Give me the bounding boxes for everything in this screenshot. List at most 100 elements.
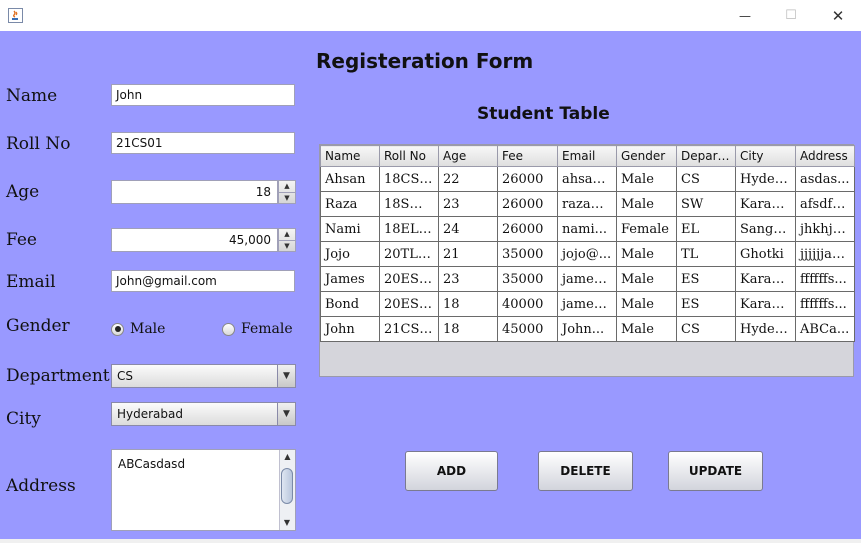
table-cell[interactable]: TL [676,241,736,267]
scroll-down-icon[interactable]: ▼ [280,516,294,530]
gender-male-radio[interactable]: Male [111,321,165,337]
table-cell[interactable]: 35000 [497,241,558,267]
table-cell[interactable]: Male [616,166,677,192]
column-header[interactable]: Address [795,145,855,167]
minimize-button[interactable]: — [722,0,768,31]
table-cell[interactable]: 35000 [497,266,558,292]
table-cell[interactable]: nami... [557,216,617,242]
table-cell[interactable]: jojo@... [557,241,617,267]
table-row[interactable]: Bond 20ES09 18 40000 james... Male ES Karachi ff… [320,291,855,317]
table-cell[interactable]: 40000 [497,291,558,317]
table-cell[interactable]: 24 [438,216,498,242]
table-cell[interactable]: 18 [438,316,498,342]
city-dropdown[interactable]: Hyderabad ▼ [111,402,296,426]
gender-female-radio[interactable]: Female [222,321,293,337]
table-cell[interactable]: ffffffs... [795,266,855,292]
chevron-down-icon[interactable]: ▼ [277,365,295,387]
student-table[interactable]: Name Roll No Age Fee Email Gender Depart… [319,144,855,377]
table-cell[interactable]: Male [616,266,677,292]
table-cell[interactable]: 18CS90 [379,166,439,192]
table-cell[interactable]: 20ES09 [379,291,439,317]
table-cell[interactable]: 18SW91 [379,191,439,217]
table-cell[interactable]: Female [616,216,677,242]
scrollbar-thumb[interactable] [281,468,293,504]
table-cell[interactable]: 26000 [497,216,558,242]
table-cell[interactable]: Raza [320,191,380,217]
address-textarea[interactable]: ABCasdasd ▲ ▼ [111,449,296,531]
table-cell[interactable]: John [320,316,380,342]
maximize-button[interactable]: ☐ [768,0,814,31]
name-field[interactable]: John [111,84,295,106]
table-cell[interactable]: 26000 [497,191,558,217]
table-cell[interactable]: Karachi [735,266,796,292]
table-cell[interactable]: Male [616,291,677,317]
table-cell[interactable]: Hyder... [735,166,796,192]
column-header[interactable]: Email [557,145,617,167]
update-button[interactable]: UPDATE [668,451,763,491]
table-cell[interactable]: ES [676,291,736,317]
table-cell[interactable]: james... [557,266,617,292]
spinner-up-icon[interactable]: ▲ [279,181,295,192]
table-cell[interactable]: james... [557,291,617,317]
scroll-up-icon[interactable]: ▲ [280,450,295,464]
table-cell[interactable]: ES [676,266,736,292]
add-button[interactable]: ADD [405,451,498,491]
table-cell[interactable]: CS [676,166,736,192]
column-header[interactable]: Roll No [379,145,439,167]
table-cell[interactable]: Sanghar [735,216,796,242]
table-cell[interactable]: ahsan... [557,166,617,192]
roll-no-field[interactable]: 21CS01 [111,132,295,154]
table-cell[interactable]: 20ES01 [379,266,439,292]
table-cell[interactable]: Karachi [735,191,796,217]
age-spinner[interactable]: 18 ▲ ▼ [111,180,296,204]
table-cell[interactable]: 21CS01 [379,316,439,342]
table-cell[interactable]: CS [676,316,736,342]
department-dropdown[interactable]: CS ▼ [111,364,296,388]
table-cell[interactable]: Male [616,316,677,342]
table-row[interactable]: Nami 18EL92 24 26000 nami... Female EL Sanghar j… [320,216,855,242]
table-cell[interactable]: 18 [438,291,498,317]
table-cell[interactable]: 18EL92 [379,216,439,242]
fee-value[interactable]: 45,000 [111,228,278,252]
close-button[interactable]: ✕ [815,0,861,31]
table-row[interactable]: Ahsan 18CS90 22 26000 ahsan... Male CS Hyder...… [320,166,855,192]
table-cell[interactable]: ABCa... [795,316,855,342]
column-header[interactable]: Gender [616,145,677,167]
spinner-down-icon[interactable]: ▼ [279,240,295,252]
table-cell[interactable]: Bond [320,291,380,317]
delete-button[interactable]: DELETE [538,451,633,491]
table-cell[interactable]: James [320,266,380,292]
column-header[interactable]: Name [320,145,380,167]
table-cell[interactable]: 45000 [497,316,558,342]
column-header[interactable]: Age [438,145,498,167]
table-cell[interactable]: Ghotki [735,241,796,267]
table-cell[interactable]: Karachi [735,291,796,317]
fee-spinner[interactable]: 45,000 ▲ ▼ [111,228,296,252]
column-header[interactable]: Depart... [676,145,736,167]
column-header[interactable]: Fee [497,145,558,167]
table-cell[interactable]: 20TL01 [379,241,439,267]
table-cell[interactable]: 23 [438,266,498,292]
table-cell[interactable]: 23 [438,191,498,217]
table-row[interactable]: Raza 18SW91 23 26000 raza@... Male SW Karachi af… [320,191,855,217]
table-cell[interactable]: asdas... [795,166,855,192]
table-cell[interactable]: Hyder... [735,316,796,342]
table-row[interactable]: John 21CS01 18 45000 John... Male CS Hyder... AB… [320,316,855,342]
age-value[interactable]: 18 [111,180,278,204]
table-cell[interactable]: 22 [438,166,498,192]
column-header[interactable]: City [735,145,796,167]
table-cell[interactable]: afsdfs... [795,191,855,217]
email-field[interactable]: John@gmail.com [111,270,295,292]
table-cell[interactable]: Ahsan [320,166,380,192]
table-cell[interactable]: 21 [438,241,498,267]
table-cell[interactable]: ffffffs... [795,291,855,317]
spinner-down-icon[interactable]: ▼ [279,192,295,204]
table-row[interactable]: James 20ES01 23 35000 james... Male ES Karachi f… [320,266,855,292]
spinner-up-icon[interactable]: ▲ [279,229,295,240]
table-row[interactable]: Jojo 20TL01 21 35000 jojo@... Male TL Ghotki jjj… [320,241,855,267]
table-cell[interactable]: raza@... [557,191,617,217]
table-cell[interactable]: SW [676,191,736,217]
chevron-down-icon[interactable]: ▼ [277,403,295,425]
table-cell[interactable]: jhkhjh... [795,216,855,242]
table-cell[interactable]: jjjjjjasd... [795,241,855,267]
